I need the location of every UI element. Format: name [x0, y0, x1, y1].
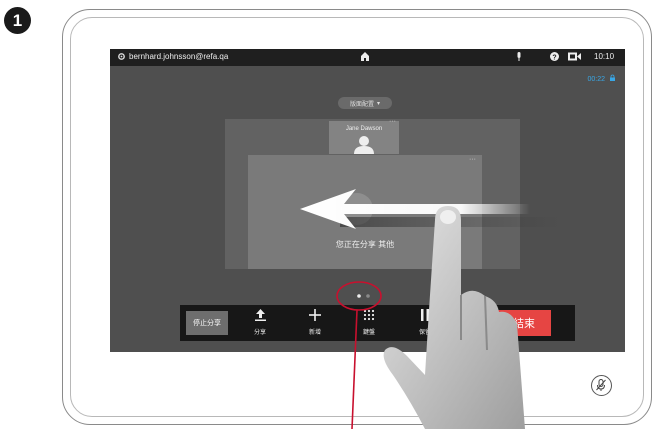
home-icon[interactable]	[361, 52, 369, 63]
add-label: 新增	[308, 330, 321, 336]
step-number-badge: 1	[4, 7, 31, 34]
more-icon[interactable]: ···	[389, 118, 396, 125]
call-duration: 00:22	[587, 76, 606, 83]
upload-icon	[246, 307, 274, 327]
layout-button[interactable]: 版面配置 ▾	[338, 97, 392, 109]
help-icon[interactable]: ?	[550, 52, 559, 63]
call-timer: 00:22	[587, 74, 615, 83]
stop-share-button[interactable]: 停止分享	[186, 311, 228, 335]
user-address: bernhard.johnsson@refa.qa	[129, 52, 229, 61]
camera-icon[interactable]	[568, 52, 581, 63]
user-icon	[354, 135, 374, 156]
share-button[interactable]: 分享	[246, 305, 274, 341]
highlight-callout	[336, 281, 382, 429]
participant-tile[interactable]: Jane Dawson ···	[329, 118, 399, 156]
svg-text:?: ?	[552, 54, 556, 61]
share-label: 分享	[253, 330, 266, 336]
mute-icon	[596, 379, 606, 391]
microphone-icon[interactable]	[516, 52, 522, 63]
plus-icon	[301, 307, 329, 327]
chevron-down-icon: ▾	[377, 100, 381, 107]
mute-button[interactable]	[591, 375, 612, 396]
more-icon[interactable]: ···	[469, 156, 476, 163]
add-button[interactable]: 新增	[301, 305, 329, 341]
status-bar: bernhard.johnsson@refa.qa ? 10:10	[110, 49, 625, 66]
hand-icon	[383, 206, 525, 429]
lock-icon	[610, 74, 615, 83]
clock: 10:10	[594, 52, 615, 61]
gear-icon[interactable]	[117, 52, 126, 63]
layout-label: 版面配置	[349, 101, 374, 108]
participant-name: Jane Dawson	[345, 126, 383, 132]
